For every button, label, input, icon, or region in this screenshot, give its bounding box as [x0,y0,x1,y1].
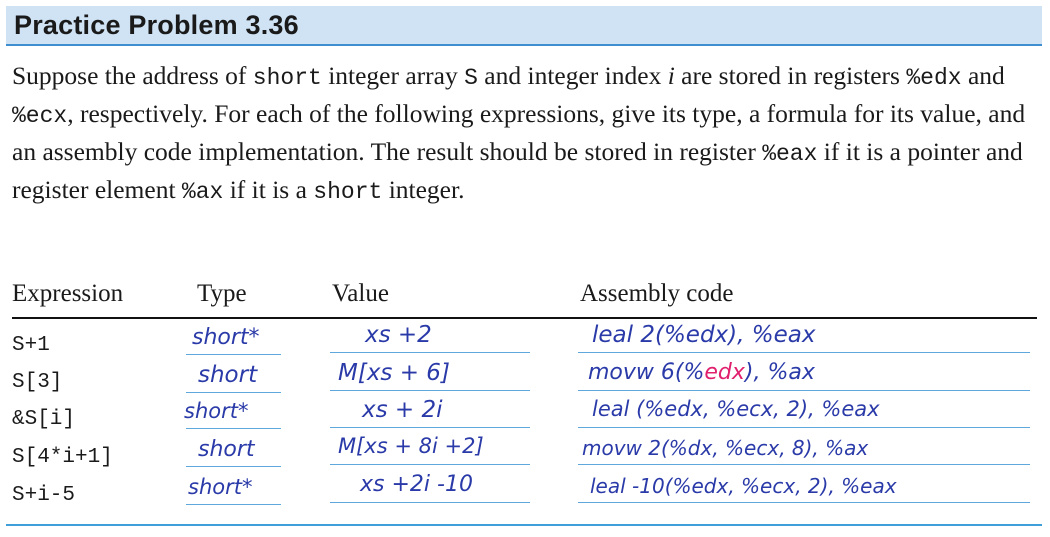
header-value: Value [332,280,389,307]
expression-cell: S+i-5 [12,484,76,507]
assembly-answer: movw 2(%dx, %ecx, 8), %ax [582,436,869,460]
type-answer: short [198,362,258,388]
type-answer: short* [184,399,249,423]
header-expression: Expression [12,280,124,307]
problem-statement: Suppose the address of short integer arr… [12,58,1042,210]
header-type: Type [197,280,247,307]
answer-underline [186,392,281,393]
assembly-answer: movw 6(%edx), %ax [588,360,815,385]
header-assembly: Assembly code [580,280,734,307]
statement-text: and integer index [477,61,668,90]
answer-underline [578,464,1030,465]
code-term: short [313,179,383,205]
answer-underline [330,464,530,465]
code-term: %eax [762,141,818,167]
answer-underline [578,390,1030,391]
answer-underline [330,502,530,503]
expression-cell: S[3] [12,371,63,394]
type-answer: short* [192,325,260,350]
answer-underline [578,502,1030,503]
header-divider [12,317,1037,319]
answer-underline [186,354,281,355]
answer-underline [578,427,1030,428]
title-bar: Practice Problem 3.36 [6,6,1042,46]
value-answer: M[xs + 8i +2] [338,434,484,458]
answer-underline [186,428,281,429]
answer-underline [330,352,530,353]
value-answer: M[xs + 6] [338,360,450,386]
value-answer: xs +2i -10 [360,472,473,497]
bottom-divider [6,524,1042,526]
page-title: Practice Problem 3.36 [14,10,299,40]
highlighted-register: edx [704,360,745,385]
assembly-answer: leal -10(%edx, %ecx, 2), %eax [590,474,897,498]
assembly-answer: leal (%edx, %ecx, 2), %eax [592,397,880,421]
expression-cell: S[4*i+1] [12,446,113,469]
expression-cell: S+1 [12,334,50,357]
math-variable: i [667,61,675,90]
code-term: %edx [906,65,962,91]
value-answer: xs +2 [365,322,432,348]
answer-underline [186,504,281,505]
statement-text: are stored in registers [674,61,907,90]
statement-text: integer. [382,175,465,204]
statement-text: if it is a [223,175,314,204]
code-term: S [464,65,478,91]
value-answer: xs + 2i [362,397,443,423]
statement-text: and [961,61,1005,90]
textbook-page: Practice Problem 3.36 Suppose the addres… [0,0,1050,537]
answer-underline [186,466,281,467]
code-term: %ax [181,179,224,205]
code-term: %ecx [12,103,68,129]
type-answer: short* [188,475,253,499]
assembly-answer: leal 2(%edx), %eax [592,322,816,348]
answer-underline [578,352,1030,353]
expression-cell: &S[i] [12,408,76,431]
type-answer: short [198,437,255,462]
answer-underline [330,390,530,391]
statement-text: Suppose the address of [12,61,253,90]
assembly-answer-part: ), %ax [744,360,815,385]
code-term: short [252,65,322,91]
answer-underline [330,427,530,428]
assembly-answer-part: movw 6(% [588,360,705,385]
statement-text: integer array [321,61,465,90]
